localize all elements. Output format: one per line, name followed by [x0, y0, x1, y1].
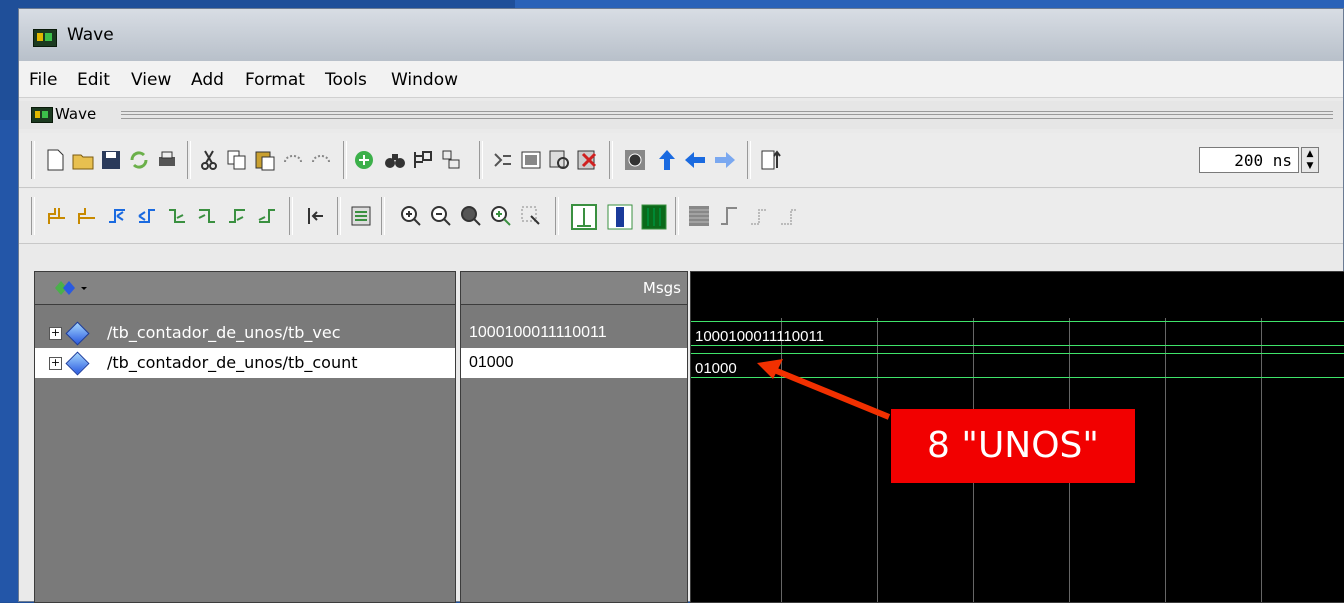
desktop-background-left	[0, 120, 18, 602]
annotation-arrow	[757, 359, 891, 420]
wave-window: Wave File Edit View Add Format Tools Win…	[18, 8, 1344, 603]
annotation-label: 8 "UNOS"	[891, 409, 1135, 483]
